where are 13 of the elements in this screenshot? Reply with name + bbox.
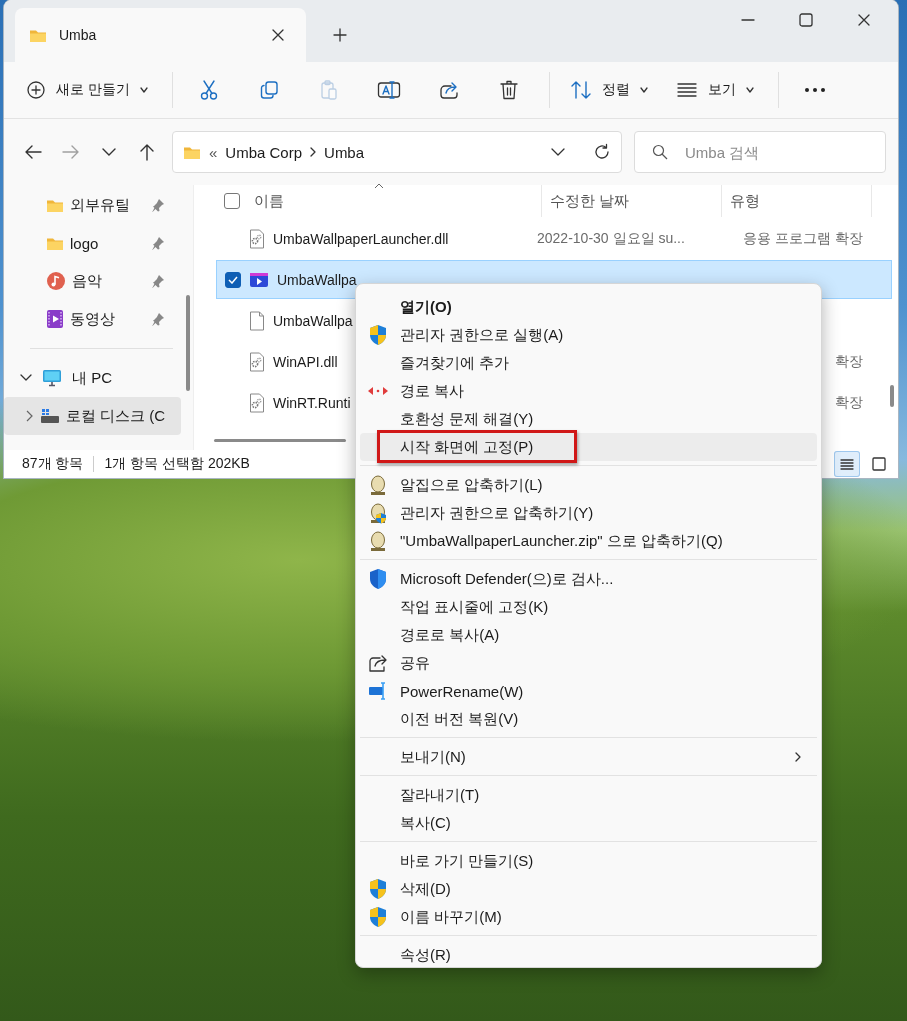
type-cell: 확장 — [835, 393, 863, 410]
file-name: UmbaWallpa — [277, 271, 357, 288]
tab-title: Umba — [59, 27, 98, 43]
item-count: 87개 항목 — [22, 455, 84, 473]
file-name: WinRT.Runti — [273, 394, 351, 411]
file-name: UmbaWallpa — [273, 312, 353, 329]
selection-info: 1개 항목 선택함 202KB — [104, 455, 250, 473]
overflow-marker: « — [209, 143, 218, 161]
file-name: UmbaWallpaperLauncher.dll — [273, 230, 449, 247]
type-cell: 확장 — [835, 352, 863, 369]
date-cell: 2022-10-30 일요일 su... — [537, 229, 685, 246]
file-name: WinAPI.dll — [273, 353, 338, 370]
type-cell: 응용 프로그램 확장 — [743, 229, 863, 246]
